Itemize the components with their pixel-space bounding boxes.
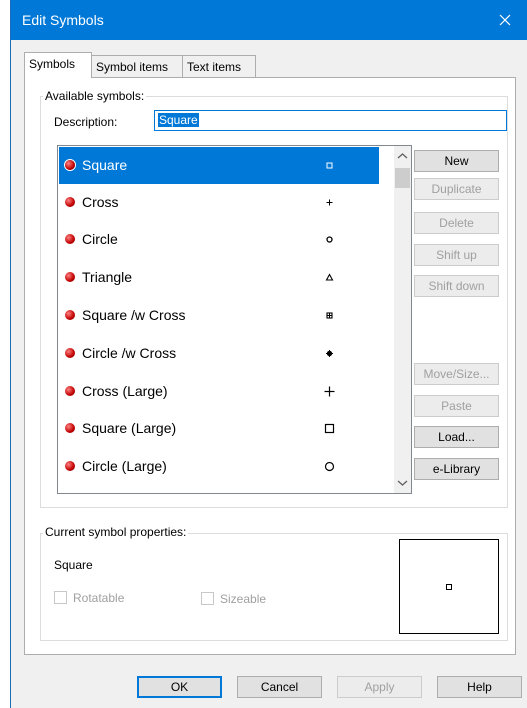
bullet-icon bbox=[65, 461, 75, 471]
list-item-label: Cross bbox=[82, 194, 119, 210]
list-item-label: Circle bbox=[82, 231, 118, 247]
title-bar: Edit Symbols bbox=[11, 0, 527, 40]
symbols-tab-panel: Available symbols: Description: Square S… bbox=[24, 77, 516, 655]
list-item[interactable]: Circle /w Cross bbox=[59, 335, 379, 372]
tab-symbols[interactable]: Symbols bbox=[24, 52, 92, 78]
scroll-up-icon[interactable] bbox=[394, 148, 411, 165]
description-input[interactable]: Square bbox=[154, 110, 507, 131]
square-large-icon bbox=[324, 423, 335, 434]
bullet-icon bbox=[65, 234, 75, 244]
bullet-icon bbox=[65, 386, 75, 396]
bullet-icon bbox=[65, 423, 75, 433]
bullet-icon bbox=[65, 197, 75, 207]
symbol-list[interactable]: Square Cross Circle Triangle Square /w C bbox=[57, 145, 412, 494]
list-item-label: Square bbox=[82, 157, 128, 173]
shift-up-button[interactable]: Shift up bbox=[414, 244, 499, 266]
list-item[interactable]: Cross (Large) bbox=[59, 373, 379, 410]
list-item-label: Triangle bbox=[82, 269, 133, 285]
window-title: Edit Symbols bbox=[22, 12, 104, 28]
list-item-label: Cross (Large) bbox=[82, 383, 168, 399]
rotatable-label: Rotatable bbox=[73, 591, 125, 605]
help-button[interactable]: Help bbox=[437, 676, 522, 698]
list-item-label: Circle (Large) bbox=[82, 458, 167, 474]
circle-large-icon bbox=[324, 461, 335, 472]
list-scrollbar[interactable] bbox=[394, 146, 411, 493]
load-button[interactable]: Load... bbox=[414, 426, 499, 448]
close-button[interactable] bbox=[482, 0, 527, 40]
close-icon bbox=[499, 14, 511, 26]
list-item-label: Square /w Cross bbox=[82, 307, 186, 323]
list-item-label: Circle /w Cross bbox=[82, 345, 177, 361]
cross-small-icon bbox=[326, 199, 333, 206]
square-preview-icon bbox=[446, 584, 452, 590]
list-item[interactable]: Triangle bbox=[59, 259, 379, 296]
list-item[interactable]: Cross bbox=[59, 184, 379, 221]
tab-symbol-items[interactable]: Symbol items bbox=[91, 55, 183, 77]
bullet-icon bbox=[65, 310, 75, 320]
scroll-down-icon[interactable] bbox=[394, 474, 411, 491]
sizeable-checkbox[interactable] bbox=[201, 592, 214, 605]
cancel-button[interactable]: Cancel bbox=[237, 676, 322, 698]
sizeable-label: Sizeable bbox=[220, 592, 267, 606]
description-value: Square bbox=[158, 113, 199, 127]
bullet-icon bbox=[65, 348, 75, 358]
delete-button[interactable]: Delete bbox=[414, 212, 499, 234]
circle-small-icon bbox=[326, 236, 333, 243]
scrollbar-thumb[interactable] bbox=[395, 168, 410, 188]
list-item[interactable]: Circle (Large) bbox=[59, 448, 379, 485]
current-symbol-name: Square bbox=[54, 558, 93, 572]
list-item[interactable]: Circle bbox=[59, 221, 379, 258]
shift-down-button[interactable]: Shift down bbox=[414, 275, 499, 297]
symbol-properties-legend: Current symbol properties: bbox=[43, 525, 189, 539]
circle-cross-small-icon bbox=[326, 350, 333, 357]
description-label: Description: bbox=[54, 115, 118, 129]
move-size-button[interactable]: Move/Size... bbox=[414, 363, 499, 385]
bullet-icon bbox=[65, 160, 75, 170]
available-symbols-legend: Available symbols: bbox=[43, 89, 147, 103]
tab-text-items[interactable]: Text items bbox=[182, 55, 256, 77]
list-item[interactable]: Square /w Cross bbox=[59, 297, 379, 334]
paste-button[interactable]: Paste bbox=[414, 395, 499, 417]
square-small-icon bbox=[326, 162, 333, 169]
duplicate-button[interactable]: Duplicate bbox=[414, 178, 499, 200]
new-button[interactable]: New bbox=[414, 150, 499, 172]
apply-button[interactable]: Apply bbox=[337, 676, 422, 698]
ok-button[interactable]: OK bbox=[137, 676, 222, 698]
list-item[interactable]: Square (Large) bbox=[59, 410, 379, 447]
triangle-small-icon bbox=[325, 273, 334, 281]
list-item[interactable]: Square bbox=[59, 147, 379, 184]
symbol-preview bbox=[399, 539, 499, 634]
edit-symbols-dialog: Edit Symbols Symbols Symbol items Text i… bbox=[10, 0, 527, 708]
bullet-icon bbox=[65, 272, 75, 282]
list-item-label: Square (Large) bbox=[82, 420, 177, 436]
cross-large-icon bbox=[324, 386, 335, 397]
rotatable-checkbox[interactable] bbox=[54, 591, 67, 604]
elibrary-button[interactable]: e-Library bbox=[414, 458, 499, 480]
square-cross-small-icon bbox=[326, 312, 333, 319]
